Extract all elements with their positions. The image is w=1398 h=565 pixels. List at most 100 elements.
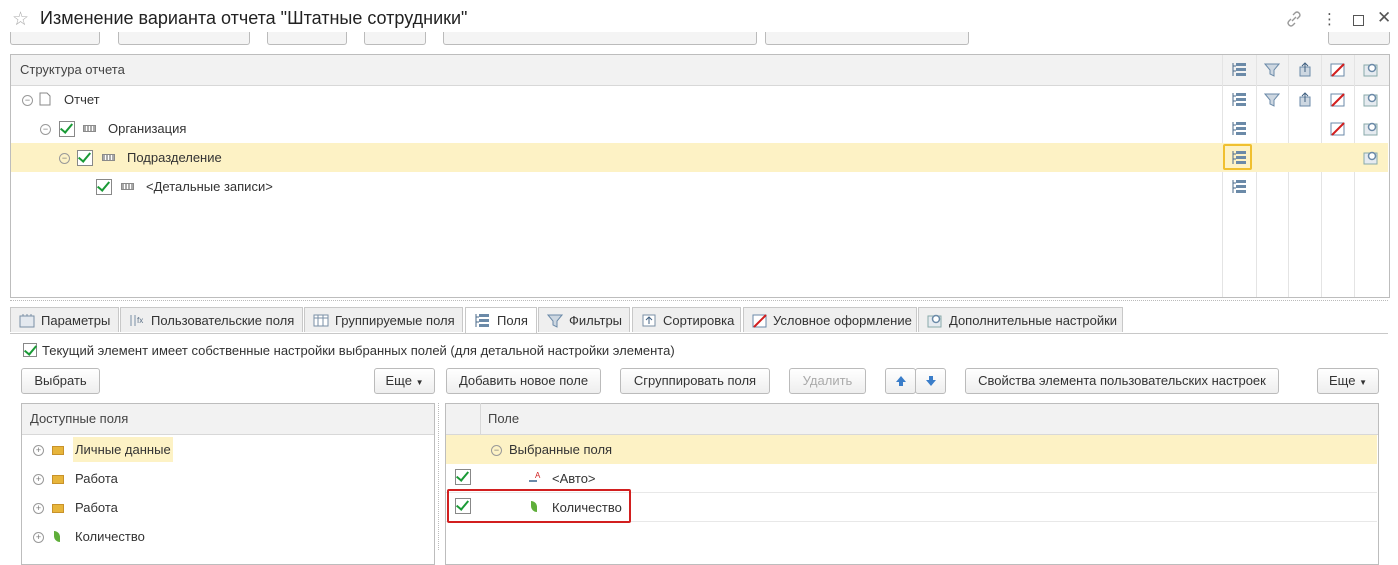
structure-row-label: Подразделение — [127, 150, 222, 165]
tab-label: Дополнительные настройки — [949, 313, 1118, 328]
expand-icon[interactable]: + — [33, 503, 44, 514]
vertical-splitter[interactable] — [438, 403, 440, 550]
conditional-format-icon — [752, 314, 767, 328]
selected-fields-group-row[interactable]: − Выбранные поля — [446, 435, 1377, 464]
collapse-icon[interactable]: − — [59, 153, 70, 164]
selected-fields-group-label: Выбранные поля — [509, 442, 613, 457]
tab-fields[interactable]: Поля — [465, 307, 537, 334]
close-icon[interactable]: ✕ — [1377, 8, 1391, 28]
custom-fields-icon: fx — [130, 315, 143, 326]
available-field-item[interactable]: + Работа — [22, 493, 432, 522]
checkbox[interactable] — [455, 469, 471, 485]
sort-column-icon[interactable] — [1297, 62, 1313, 78]
structure-row-organization[interactable]: − Организация — [11, 114, 1388, 143]
toolbar-button-stub[interactable] — [765, 32, 969, 45]
grouping-column-icon[interactable] — [1231, 62, 1247, 78]
document-icon — [39, 92, 51, 106]
available-field-item[interactable]: + Личные данные — [22, 435, 432, 464]
collapse-icon[interactable]: − — [22, 95, 33, 106]
tab-sort[interactable]: Сортировка — [632, 307, 741, 332]
selected-field-label: <Авто> — [552, 471, 596, 486]
grouping-icon — [121, 183, 134, 190]
tab-label: Параметры — [41, 313, 111, 328]
checkbox[interactable] — [59, 121, 75, 137]
filter-column-icon[interactable] — [1264, 62, 1280, 78]
tab-conditional-format[interactable]: Условное оформление — [743, 307, 917, 332]
toolbar-button-stub[interactable] — [10, 32, 100, 45]
checkbox[interactable] — [77, 150, 93, 166]
tab-filters[interactable]: Фильтры — [538, 307, 630, 332]
conditional-format-column-icon[interactable] — [1330, 62, 1346, 78]
grouping-fields-icon — [313, 314, 329, 327]
tab-label: Пользовательские поля — [151, 313, 295, 328]
tab-additional-settings[interactable]: Дополнительные настройки — [918, 307, 1123, 332]
fields-icon — [475, 314, 489, 327]
structure-row-label: Отчет — [64, 92, 100, 107]
toolbar-button-stub[interactable] — [118, 32, 250, 45]
highlight-box — [447, 489, 631, 523]
checkbox[interactable] — [96, 179, 112, 195]
toolbar-button-stub[interactable] — [443, 32, 757, 45]
settings-column-icon[interactable] — [1363, 62, 1379, 78]
own-settings-label: Текущий элемент имеет собственные настро… — [42, 343, 675, 358]
expand-icon[interactable]: + — [33, 532, 44, 543]
link-icon[interactable] — [1286, 11, 1302, 27]
expand-icon[interactable]: + — [33, 474, 44, 485]
own-settings-checkbox[interactable] — [23, 343, 37, 357]
tab-custom-fields[interactable]: fx Пользовательские поля — [120, 307, 303, 332]
grouping-icon[interactable] — [1231, 179, 1247, 195]
more-label: Еще — [385, 373, 412, 388]
conditional-format-icon[interactable] — [1330, 92, 1346, 108]
available-field-item[interactable]: + Количество — [22, 522, 432, 550]
grouping-icon[interactable] — [1231, 121, 1247, 137]
available-field-label: Работа — [75, 500, 118, 515]
toolbar-button-stub[interactable] — [267, 32, 347, 45]
collapse-icon[interactable]: − — [40, 124, 51, 135]
tab-parameters[interactable]: Параметры — [10, 307, 119, 332]
tab-label: Фильтры — [569, 313, 623, 328]
folder-icon — [52, 446, 64, 455]
sort-icon — [642, 314, 656, 327]
more-button-left[interactable]: Еще ▼ — [374, 368, 435, 394]
element-properties-button[interactable]: Свойства элемента пользовательских настр… — [965, 368, 1279, 394]
structure-row-department[interactable]: − Подразделение — [11, 143, 1388, 172]
filter-icon[interactable] — [1264, 92, 1280, 108]
delete-button[interactable]: Удалить — [789, 368, 866, 394]
conditional-format-icon[interactable] — [1330, 121, 1346, 137]
available-field-item[interactable]: + Работа — [22, 464, 432, 493]
selected-fields-header: Поле — [446, 404, 1378, 435]
tab-grouping-fields[interactable]: Группируемые поля — [304, 307, 463, 332]
tab-label: Группируемые поля — [335, 313, 455, 328]
svg-text:A: A — [535, 471, 541, 480]
expand-icon[interactable]: + — [33, 445, 44, 456]
collapse-icon[interactable]: − — [491, 445, 502, 456]
move-up-button[interactable] — [885, 368, 916, 394]
structure-row-report[interactable]: − Отчет — [11, 85, 1388, 114]
svg-text:fx: fx — [137, 316, 143, 325]
favorite-star-icon[interactable]: ☆ — [12, 8, 29, 31]
settings-icon[interactable] — [1363, 150, 1379, 166]
splitter[interactable] — [10, 300, 1388, 301]
select-button[interactable]: Выбрать — [21, 368, 100, 394]
structure-row-label: Организация — [108, 121, 187, 136]
toolbar-button-stub[interactable] — [1328, 32, 1390, 45]
more-button-right[interactable]: Еще ▼ — [1317, 368, 1379, 394]
folder-icon — [52, 504, 64, 513]
structure-row-detail-records[interactable]: <Детальные записи> — [11, 172, 1388, 201]
grouping-icon[interactable] — [1231, 92, 1247, 108]
arrow-down-icon — [925, 376, 936, 386]
grouping-icon[interactable] — [1231, 150, 1247, 166]
settings-icon[interactable] — [1363, 92, 1379, 108]
grouping-icon — [102, 154, 115, 161]
settings-icon[interactable] — [1363, 121, 1379, 137]
more-vertical-icon[interactable]: ⋮ — [1322, 10, 1337, 28]
available-field-label: Личные данные — [73, 437, 173, 462]
tab-panel-border — [10, 333, 1388, 334]
toolbar-button-stub[interactable] — [364, 32, 426, 45]
group-fields-button[interactable]: Сгруппировать поля — [620, 368, 770, 394]
available-fields-header: Доступные поля — [22, 404, 434, 435]
maximize-icon[interactable] — [1353, 15, 1364, 26]
move-down-button[interactable] — [915, 368, 946, 394]
add-field-button[interactable]: Добавить новое поле — [446, 368, 601, 394]
sort-icon[interactable] — [1297, 92, 1313, 108]
